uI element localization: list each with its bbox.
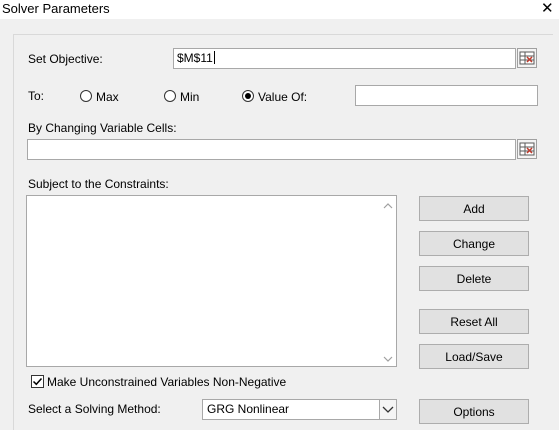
objective-field[interactable]: $M$11 (173, 48, 516, 69)
window-title: Solver Parameters (2, 1, 110, 16)
add-button[interactable]: Add (419, 196, 529, 221)
max-radio-label[interactable]: Max (96, 90, 119, 104)
min-radio-label[interactable]: Min (180, 90, 199, 104)
non-negative-label[interactable]: Make Unconstrained Variables Non-Negativ… (47, 375, 286, 389)
radio-selected-dot (245, 93, 251, 99)
load-save-button[interactable]: Load/Save (419, 344, 529, 369)
value-of-radio-label[interactable]: Value Of: (258, 90, 307, 104)
value-of-radio[interactable] (242, 90, 254, 102)
reset-all-button[interactable]: Reset All (419, 309, 529, 334)
change-button[interactable]: Change (419, 231, 529, 256)
delete-button[interactable]: Delete (419, 266, 529, 291)
solving-method-select[interactable]: GRG Nonlinear (202, 399, 397, 420)
scroll-up-icon[interactable] (383, 199, 393, 213)
chevron-down-icon[interactable] (379, 400, 396, 419)
options-button[interactable]: Options (419, 399, 529, 424)
solving-method-label: Select a Solving Method: (28, 402, 161, 416)
set-objective-label: Set Objective: (28, 52, 103, 66)
value-of-field[interactable] (355, 85, 538, 106)
changing-cells-label: By Changing Variable Cells: (28, 121, 177, 135)
constraints-scrollbar[interactable] (380, 196, 396, 366)
constraints-label: Subject to the Constraints: (28, 177, 169, 191)
range-selector-icon[interactable] (517, 48, 537, 68)
changing-cells-field[interactable] (27, 139, 516, 160)
to-label: To: (28, 89, 45, 103)
scroll-down-icon[interactable] (383, 352, 393, 366)
max-radio[interactable] (80, 90, 92, 102)
close-icon[interactable]: ✕ (541, 0, 554, 18)
checkmark-icon (32, 377, 43, 386)
min-radio[interactable] (164, 90, 176, 102)
non-negative-checkbox[interactable] (31, 375, 44, 388)
constraints-list[interactable] (26, 195, 397, 367)
range-selector-icon[interactable] (517, 139, 537, 159)
solving-method-value: GRG Nonlinear (207, 402, 290, 416)
